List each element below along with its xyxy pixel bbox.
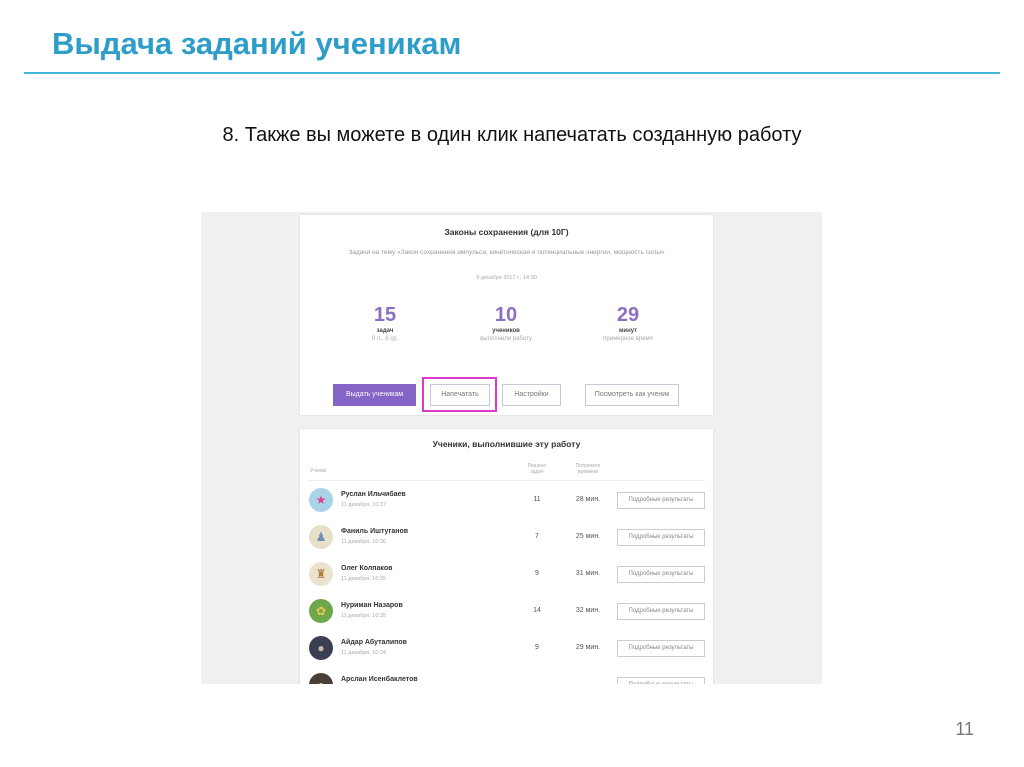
figure-icon: ♜ <box>309 562 333 586</box>
table-row: ● Арслан Исенбаклетов Подробные результа… <box>300 667 713 684</box>
student-date: 11 декабря, 10:37 <box>341 502 387 508</box>
students-title: Ученики, выполнившие эту работу <box>432 439 581 449</box>
student-solved: 9 <box>535 644 539 651</box>
work-card: Законы сохранения (для 10Г) Задачи на те… <box>300 215 713 415</box>
settings-button[interactable]: Настройки <box>502 384 561 406</box>
stat-sub: выполнили работу <box>480 336 532 342</box>
student-name: Олег Колпаков <box>341 565 393 572</box>
stat-students: 10 учеников выполнили работу <box>446 303 566 342</box>
student-name: Руслан Ильчибаев <box>341 491 406 498</box>
students-card: Ученики, выполнившие эту работу Ученик Р… <box>300 429 713 684</box>
work-date: 9 декабря 2017 г., 14:30 <box>476 275 537 281</box>
stat-value: 10 <box>494 304 518 326</box>
student-name: Фаниль Иштуганов <box>341 528 409 535</box>
student-name: Айдар Абуталипов <box>341 639 407 646</box>
work-title: Законы сохранения (для 10Г) <box>444 227 569 237</box>
stat-tasks: 15 задач 9 л., 6 ср. <box>325 303 445 342</box>
plant-icon: ✿ <box>309 599 333 623</box>
stat-value: 15 <box>373 304 397 326</box>
stat-label: задач <box>376 328 394 334</box>
student-solved: 14 <box>533 607 541 614</box>
student-time: 29 мин. <box>575 644 601 651</box>
student-name: Нуриман Назаров <box>341 602 403 609</box>
stat-label: минут <box>618 328 638 334</box>
app-screenshot: Законы сохранения (для 10Г) Задачи на те… <box>201 212 822 684</box>
student-time: 28 мин. <box>575 496 601 503</box>
slide-subtitle: 8. Также вы можете в один клик напечатат… <box>222 124 802 146</box>
student-date: 11 декабря, 10:35 <box>341 613 387 619</box>
stat-time: 29 минут примерное время <box>568 303 688 342</box>
details-button[interactable]: Подробные результаты <box>617 529 705 546</box>
print-button-highlight <box>422 377 497 412</box>
stat-label: учеников <box>492 328 520 334</box>
table-row: ♟ Фаниль Иштуганов 11 декабря, 10:36 7 2… <box>300 519 713 556</box>
student-solved: 7 <box>535 533 539 540</box>
table-row: ✿ Нуриман Назаров 11 декабря, 10:35 14 3… <box>300 593 713 630</box>
table-row: ♜ Олег Колпаков 11 декабря, 10:35 9 31 м… <box>300 556 713 593</box>
title-divider <box>24 72 1000 74</box>
stat-value: 29 <box>616 304 640 326</box>
stat-sub: примерное время <box>603 336 653 342</box>
star-icon: ★ <box>309 488 333 512</box>
student-time: 32 мин. <box>575 607 601 614</box>
slide-title: Выдача заданий ученикам <box>52 26 462 61</box>
details-button[interactable]: Подробные результаты <box>617 640 705 657</box>
student-time: 25 мин. <box>575 533 601 540</box>
table-row: ● Айдар Абуталипов 11 декабря, 10:34 9 2… <box>300 630 713 667</box>
student-solved: 11 <box>533 496 541 503</box>
student-date: 11 декабря, 10:36 <box>341 539 387 545</box>
figure-icon: ♟ <box>309 525 333 549</box>
details-button[interactable]: Подробные результаты <box>617 492 705 509</box>
stat-sub: 9 л., 6 ср. <box>371 336 399 342</box>
work-description: Задачи на тему «Закон сохранения импульс… <box>348 249 665 256</box>
student-name: Арслан Исенбаклетов <box>341 676 418 683</box>
page-number: 11 <box>955 719 974 739</box>
details-button[interactable]: Подробные результаты <box>617 566 705 583</box>
issue-to-students-button[interactable]: Выдать ученикам <box>333 384 416 406</box>
details-button[interactable]: Подробные результаты <box>617 603 705 620</box>
table-row: ★ Руслан Ильчибаев 11 декабря, 10:37 11 … <box>300 482 713 519</box>
photo-icon: ● <box>309 636 333 660</box>
column-header-time: Потрачено времени <box>575 463 601 475</box>
details-button[interactable]: Подробные результаты <box>617 677 705 684</box>
photo-icon: ● <box>309 673 333 684</box>
header-divider <box>308 480 705 481</box>
student-date: 11 декабря, 10:35 <box>341 576 387 582</box>
student-solved: 9 <box>535 570 539 577</box>
column-header-solved: Решено задач <box>527 463 547 475</box>
student-date: 11 декабря, 10:34 <box>341 650 387 656</box>
view-as-student-button[interactable]: Посмотреть как ученик <box>585 384 679 406</box>
student-time: 31 мин. <box>575 570 601 577</box>
column-header-student: Ученик <box>310 468 327 474</box>
